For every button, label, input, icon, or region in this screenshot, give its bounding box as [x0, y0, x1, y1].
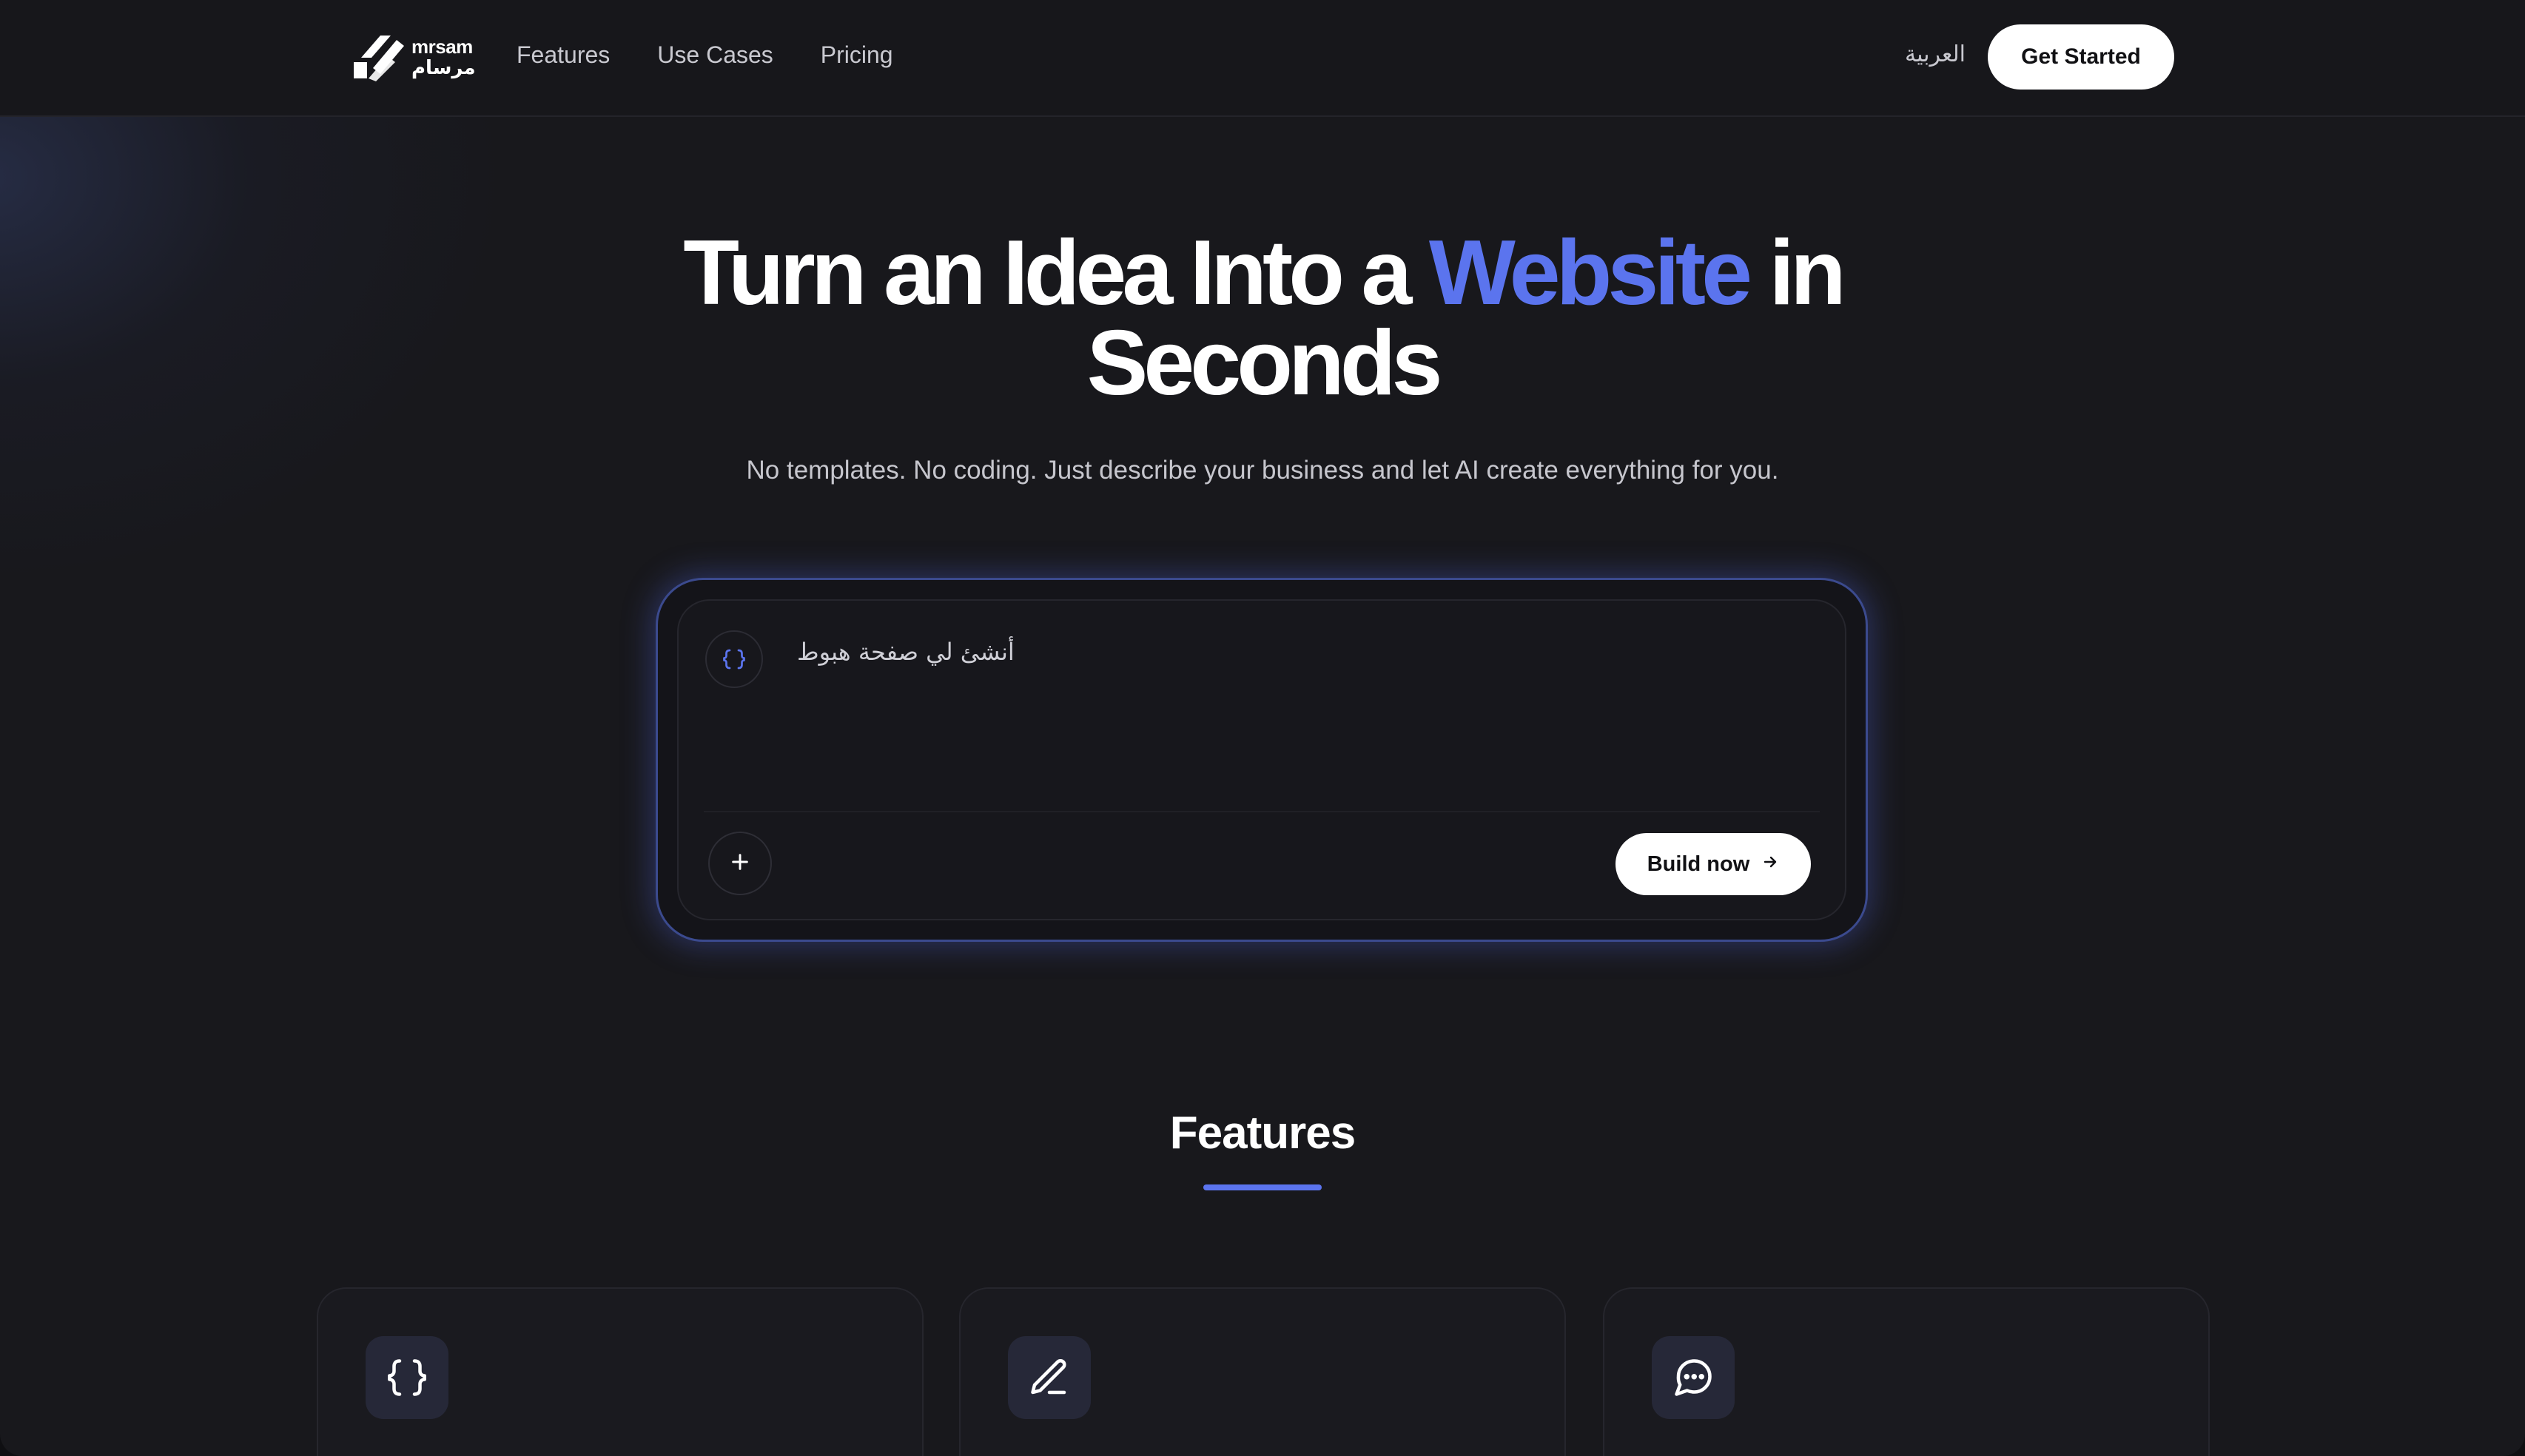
hero-title-part1: Turn an Idea Into a — [683, 222, 1429, 324]
nav-link-features[interactable]: Features — [517, 41, 610, 69]
hero-subtitle: No templates. No coding. Just describe y… — [746, 456, 1779, 485]
main-nav: Features Use Cases Pricing — [517, 41, 893, 69]
arrow-right-icon — [1761, 852, 1779, 877]
hero-title: Turn an Idea Into a Website in Seconds — [522, 227, 2003, 409]
feature-card-3 — [1603, 1287, 2210, 1456]
language-toggle[interactable]: العربية — [1905, 41, 1966, 67]
logo-text-ar: مرسام — [411, 56, 476, 78]
build-now-label: Build now — [1647, 852, 1750, 876]
nav-link-pricing[interactable]: Pricing — [821, 41, 893, 69]
code-braces-icon — [705, 630, 763, 688]
pen-icon — [1008, 1336, 1091, 1419]
feature-card-2 — [959, 1287, 1566, 1456]
feature-card-1 — [317, 1287, 924, 1456]
logo-mark-icon — [354, 36, 404, 81]
chat-bubble-icon — [1652, 1336, 1735, 1419]
plus-icon — [728, 845, 752, 882]
hero-title-accent: Website — [1428, 222, 1752, 324]
attach-button[interactable] — [708, 832, 772, 895]
brand-logo[interactable]: mrsam مرسام — [351, 33, 476, 81]
logo-text-en: mrsam — [411, 36, 473, 58]
build-now-button[interactable]: Build now — [1615, 833, 1811, 895]
landing-page: mrsam مرسام Features Use Cases Pricing ا… — [0, 0, 2525, 1456]
features-underline — [1203, 1184, 1322, 1190]
prompt-box: أنشئ لي صفحة هبوط Build now — [656, 578, 1868, 942]
background-glow — [0, 74, 518, 592]
nav-link-use-cases[interactable]: Use Cases — [657, 41, 773, 69]
logo-wordmark: mrsam مرسام — [411, 37, 476, 77]
features-heading: Features — [1169, 1108, 1356, 1159]
prompt-divider — [704, 811, 1820, 812]
get-started-button[interactable]: Get Started — [1988, 24, 2174, 90]
code-braces-icon — [366, 1336, 448, 1419]
prompt-inner-panel: أنشئ لي صفحة هبوط Build now — [677, 599, 1846, 920]
prompt-textarea[interactable]: أنشئ لي صفحة هبوط — [797, 638, 1015, 666]
top-navbar: mrsam مرسام Features Use Cases Pricing ا… — [0, 0, 2525, 117]
